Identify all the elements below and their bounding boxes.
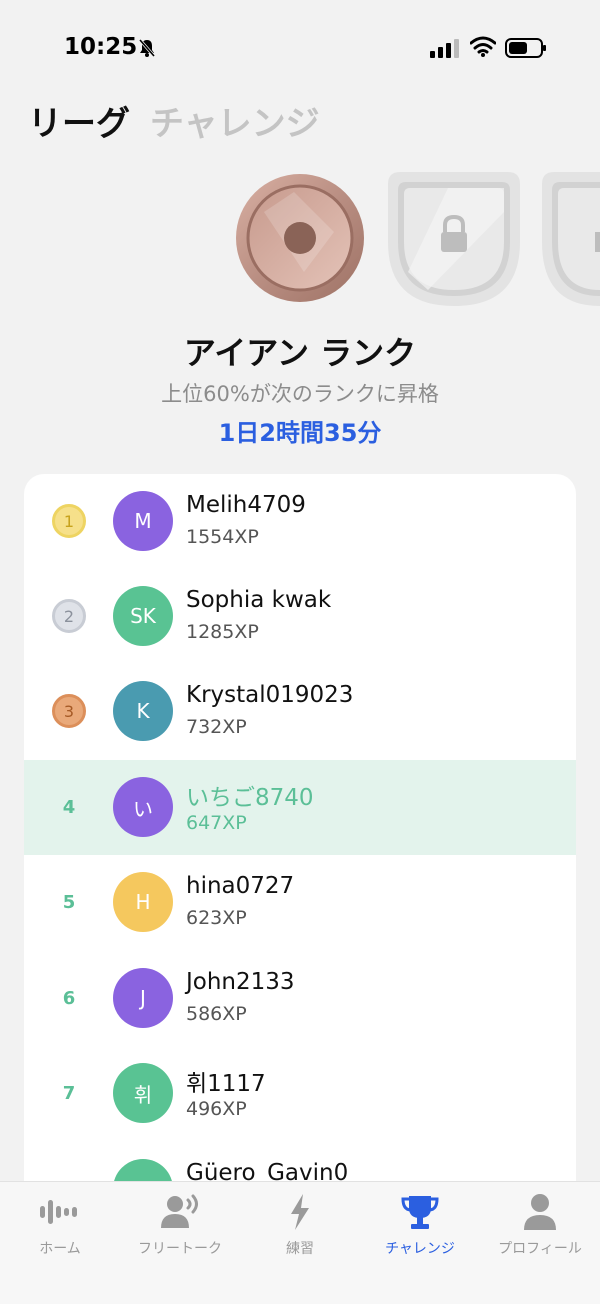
leaderboard: 1 M Melih4709 1554XP 2 SK Sophia kwak 12… bbox=[24, 474, 576, 1234]
rank-position: 6 bbox=[62, 987, 76, 1009]
nav-practice[interactable]: 練習 bbox=[240, 1192, 360, 1262]
locked-rank-badge[interactable] bbox=[542, 172, 600, 306]
wifi-icon bbox=[470, 36, 496, 57]
nav-challenge[interactable]: チャレンジ bbox=[360, 1192, 480, 1262]
rank-timer: 1日2時間35分 bbox=[218, 419, 382, 447]
person-icon bbox=[524, 1194, 556, 1230]
waveform-icon bbox=[40, 1200, 77, 1224]
avatar: J bbox=[113, 968, 173, 1028]
user-xp: 647XP bbox=[186, 812, 247, 834]
rank-position: 7 bbox=[62, 1082, 76, 1104]
top-tabs: リーグ チャレンジ bbox=[28, 96, 320, 145]
nav-label: プロフィール bbox=[498, 1241, 582, 1257]
user-xp: 1285XP bbox=[186, 621, 259, 643]
signal-icon bbox=[430, 39, 459, 58]
leaderboard-row[interactable]: 7 휘 휘1117 496XP bbox=[24, 1046, 576, 1141]
user-xp: 1554XP bbox=[186, 526, 259, 548]
rank-position: 5 bbox=[62, 891, 76, 913]
tab-league[interactable]: リーグ bbox=[28, 96, 130, 145]
leaderboard-row[interactable]: 5 H hina0727 623XP bbox=[24, 855, 576, 950]
gold-medal-icon: 1 bbox=[52, 504, 86, 538]
leaderboard-row[interactable]: 6 J John2133 586XP bbox=[24, 951, 576, 1046]
locked-rank-badge[interactable] bbox=[388, 172, 520, 306]
silver-medal-icon: 2 bbox=[52, 599, 86, 633]
iron-rank-badge[interactable] bbox=[234, 172, 366, 304]
avatar: K bbox=[113, 681, 173, 741]
nav-home[interactable]: ホーム bbox=[0, 1192, 120, 1262]
lightning-icon bbox=[291, 1194, 309, 1230]
leaderboard-row[interactable]: 1 M Melih4709 1554XP bbox=[24, 474, 576, 569]
leaderboard-row-current-user[interactable]: 4 い いちご8740 647XP bbox=[24, 760, 576, 855]
nav-label: フリートーク bbox=[138, 1241, 222, 1257]
rank-title: アイアン ランク bbox=[183, 334, 417, 372]
status-bar: 10:25 bbox=[0, 0, 600, 90]
trophy-icon bbox=[401, 1196, 439, 1229]
nav-free-talk[interactable]: フリートーク bbox=[120, 1192, 240, 1262]
user-xp: 496XP bbox=[186, 1098, 247, 1120]
leaderboard-row[interactable]: 2 SK Sophia kwak 1285XP bbox=[24, 569, 576, 664]
bottom-nav: ホーム フリートーク 練習 チャレンジ プロフィール bbox=[0, 1181, 600, 1304]
user-name: 휘1117 bbox=[186, 1071, 266, 1097]
user-name: hina0727 bbox=[186, 873, 295, 899]
bronze-medal-icon: 3 bbox=[52, 694, 86, 728]
user-xp: 586XP bbox=[186, 1003, 247, 1025]
user-xp: 732XP bbox=[186, 716, 247, 738]
user-name: John2133 bbox=[186, 969, 295, 995]
speaking-person-icon bbox=[161, 1194, 198, 1228]
battery-icon bbox=[505, 38, 546, 58]
avatar: SK bbox=[113, 586, 173, 646]
avatar: H bbox=[113, 872, 173, 932]
rank-position: 4 bbox=[62, 796, 76, 818]
nav-label: 練習 bbox=[286, 1241, 314, 1257]
rank-subtitle: 上位60%が次のランクに昇格 bbox=[161, 382, 439, 406]
status-time: 10:25 bbox=[64, 34, 138, 60]
nav-label: チャレンジ bbox=[385, 1241, 455, 1257]
user-name: いちご8740 bbox=[186, 785, 314, 811]
user-xp: 623XP bbox=[186, 907, 247, 929]
avatar: い bbox=[113, 777, 173, 837]
user-name: Sophia kwak bbox=[186, 587, 332, 613]
avatar: 휘 bbox=[113, 1063, 173, 1123]
tab-challenge[interactable]: チャレンジ bbox=[150, 96, 320, 145]
nav-profile[interactable]: プロフィール bbox=[480, 1192, 600, 1262]
leaderboard-row[interactable]: 3 K Krystal019023 732XP bbox=[24, 664, 576, 759]
nav-label: ホーム bbox=[39, 1241, 81, 1257]
user-name: Melih4709 bbox=[186, 492, 306, 518]
bell-off-icon bbox=[138, 39, 156, 57]
avatar: M bbox=[113, 491, 173, 551]
user-name: Krystal019023 bbox=[186, 682, 354, 708]
